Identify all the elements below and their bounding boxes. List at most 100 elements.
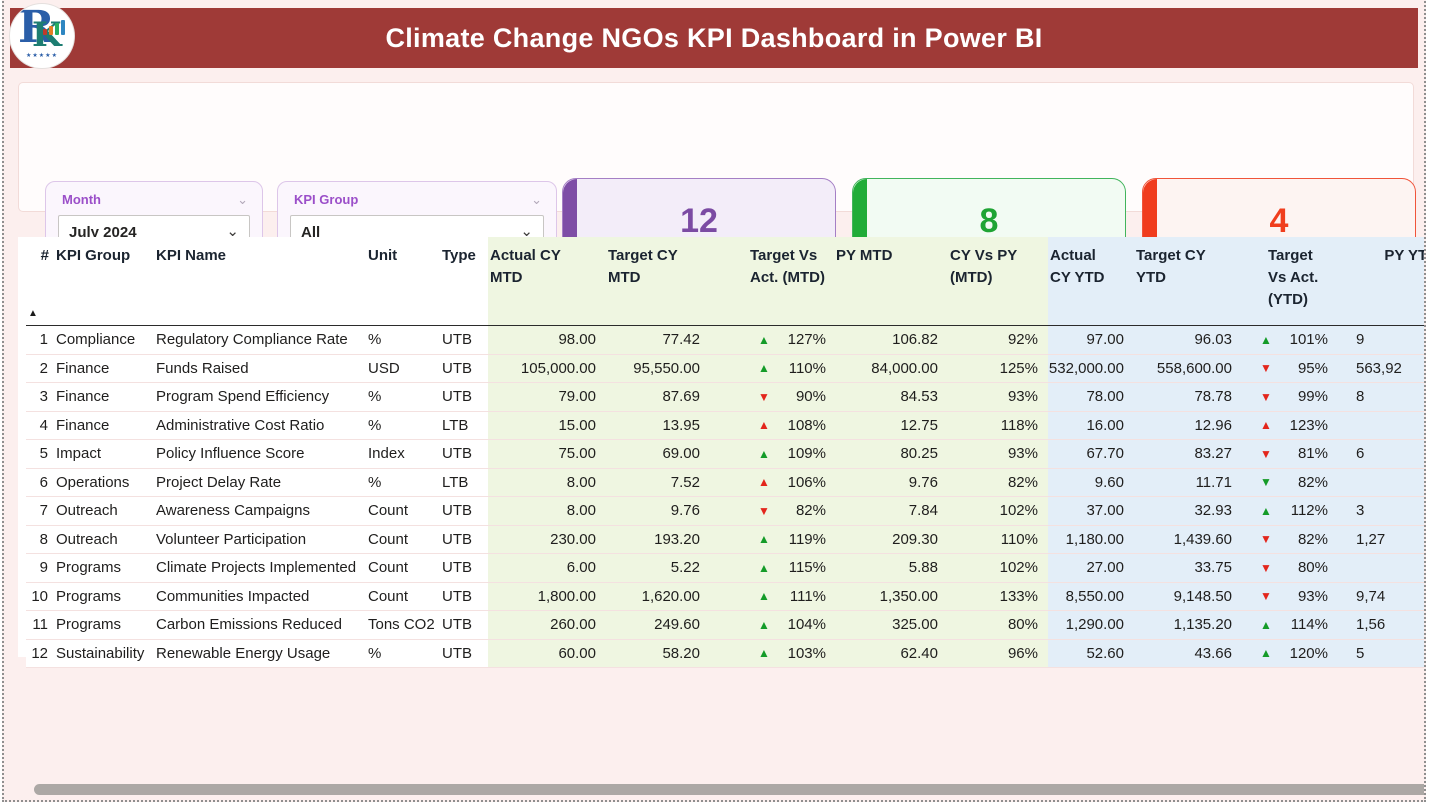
table-row[interactable]: 3FinanceProgram Spend Efficiency%UTB79.0… xyxy=(26,383,1426,412)
triangle-up-icon: ▲ xyxy=(758,361,780,375)
logo-bar-chart-icon xyxy=(43,20,65,35)
cell-tva_ytd: ▼80% xyxy=(1242,554,1336,582)
column-header-num[interactable]: #▲ xyxy=(26,237,54,325)
table-row[interactable]: 6OperationsProject Delay Rate%LTB8.007.5… xyxy=(26,469,1426,498)
cell-tva_ytd: ▲101% xyxy=(1242,326,1336,354)
cell-unit: Count xyxy=(366,497,440,525)
cell-actual_ytd: 532,000.00 xyxy=(1048,355,1134,383)
column-header-name[interactable]: KPI Name xyxy=(154,237,366,325)
table-row[interactable]: 7OutreachAwareness CampaignsCountUTB8.00… xyxy=(26,497,1426,526)
variance-percent: 95% xyxy=(1282,360,1328,377)
column-header-actual_mtd[interactable]: Actual CY MTD xyxy=(488,237,606,325)
cell-group: Programs xyxy=(54,554,154,582)
column-header-group[interactable]: KPI Group xyxy=(54,237,154,325)
chevron-down-icon[interactable]: ⌄ xyxy=(531,195,542,205)
cell-actual_ytd: 27.00 xyxy=(1048,554,1134,582)
column-header-label: PY YTD xyxy=(1384,245,1426,267)
triangle-down-icon: ▼ xyxy=(1260,561,1282,575)
cell-actual_mtd: 230.00 xyxy=(488,526,606,554)
cell-name: Awareness Campaigns xyxy=(154,497,366,525)
table-row[interactable]: 9ProgramsClimate Projects ImplementedCou… xyxy=(26,554,1426,583)
cell-tva_ytd: ▼81% xyxy=(1242,440,1336,468)
cell-target_ytd: 9,148.50 xyxy=(1134,583,1242,611)
column-header-target_mtd[interactable]: Target CY MTD xyxy=(606,237,710,325)
cell-tva_ytd: ▼82% xyxy=(1242,469,1336,497)
cell-target_ytd: 83.27 xyxy=(1134,440,1242,468)
cell-cyvpy_mtd: 102% xyxy=(948,497,1048,525)
column-header-py_ytd[interactable]: PY YTD xyxy=(1336,237,1426,325)
app-header: Climate Change NGOs KPI Dashboard in Pow… xyxy=(10,8,1418,68)
cell-actual_mtd: 260.00 xyxy=(488,611,606,639)
variance-percent: 82% xyxy=(1282,531,1328,548)
cell-type: UTB xyxy=(440,611,488,639)
cell-name: Project Delay Rate xyxy=(154,469,366,497)
cell-type: LTB xyxy=(440,469,488,497)
table-row[interactable]: 10ProgramsCommunities ImpactedCountUTB1,… xyxy=(26,583,1426,612)
cell-py_ytd: 9 xyxy=(1336,326,1426,354)
cell-unit: USD xyxy=(366,355,440,383)
table-row[interactable]: 11ProgramsCarbon Emissions ReducedTons C… xyxy=(26,611,1426,640)
table-row[interactable]: 2FinanceFunds RaisedUSDUTB105,000.0095,5… xyxy=(26,355,1426,384)
variance-percent: 103% xyxy=(780,645,826,662)
column-header-label: Unit xyxy=(368,245,397,267)
cell-num: 9 xyxy=(26,554,54,582)
table-row[interactable]: 4FinanceAdministrative Cost Ratio%LTB15.… xyxy=(26,412,1426,441)
cell-actual_mtd: 75.00 xyxy=(488,440,606,468)
cell-unit: % xyxy=(366,640,440,668)
chevron-down-icon[interactable]: ⌄ xyxy=(237,195,248,205)
cell-py_ytd: 1,56 xyxy=(1336,611,1426,639)
column-header-cyvpy_mtd[interactable]: CY Vs PY (MTD) xyxy=(948,237,1048,325)
table-header-row: #▲KPI GroupKPI NameUnit TypeActual CY MTD… xyxy=(26,237,1426,326)
cell-group: Outreach xyxy=(54,526,154,554)
cell-target_ytd: 43.66 xyxy=(1134,640,1242,668)
cell-name: Policy Influence Score xyxy=(154,440,366,468)
cell-group: Programs xyxy=(54,583,154,611)
cell-type: UTB xyxy=(440,355,488,383)
table-row[interactable]: 12SustainabilityRenewable Energy Usage%U… xyxy=(26,640,1426,669)
cell-num: 4 xyxy=(26,412,54,440)
cell-num: 3 xyxy=(26,383,54,411)
cell-target_mtd: 95,550.00 xyxy=(606,355,710,383)
cell-target_mtd: 249.60 xyxy=(606,611,710,639)
cell-tva_ytd: ▼95% xyxy=(1242,355,1336,383)
triangle-down-icon: ▼ xyxy=(1260,390,1282,404)
month-slicer-label: Month xyxy=(62,192,101,207)
triangle-up-icon: ▲ xyxy=(758,333,780,347)
table-row[interactable]: 8OutreachVolunteer ParticipationCountUTB… xyxy=(26,526,1426,555)
cell-name: Administrative Cost Ratio xyxy=(154,412,366,440)
cell-py_mtd: 84,000.00 xyxy=(834,355,948,383)
column-header-type[interactable]: Type xyxy=(440,237,488,325)
cell-actual_ytd: 37.00 xyxy=(1048,497,1134,525)
column-header-target_ytd[interactable]: Target CY YTD xyxy=(1134,237,1242,325)
triangle-down-icon: ▼ xyxy=(758,390,780,404)
cell-tva_mtd: ▲106% xyxy=(710,469,834,497)
table-body: 1ComplianceRegulatory Compliance Rate%UT… xyxy=(26,326,1426,668)
table-row[interactable]: 1ComplianceRegulatory Compliance Rate%UT… xyxy=(26,326,1426,355)
variance-percent: 101% xyxy=(1282,331,1328,348)
horizontal-scrollbar-thumb[interactable] xyxy=(34,784,1426,795)
column-header-tva_mtd[interactable]: Target Vs Act. (MTD) xyxy=(710,237,834,325)
cell-num: 5 xyxy=(26,440,54,468)
cell-group: Impact xyxy=(54,440,154,468)
total-kpis-value: 12 xyxy=(680,203,718,240)
triangle-down-icon: ▼ xyxy=(1260,447,1282,461)
cell-actual_ytd: 97.00 xyxy=(1048,326,1134,354)
triangle-up-icon: ▲ xyxy=(1260,646,1282,660)
cell-py_mtd: 84.53 xyxy=(834,383,948,411)
cell-cyvpy_mtd: 133% xyxy=(948,583,1048,611)
column-header-py_mtd[interactable]: PY MTD xyxy=(834,237,948,325)
table-row[interactable]: 5ImpactPolicy Influence ScoreIndexUTB75.… xyxy=(26,440,1426,469)
column-header-tva_ytd[interactable]: Target Vs Act. (YTD) xyxy=(1242,237,1336,325)
cell-py_mtd: 9.76 xyxy=(834,469,948,497)
triangle-up-icon: ▲ xyxy=(758,561,780,575)
column-header-label: Target CY YTD xyxy=(1136,245,1216,289)
cell-type: UTB xyxy=(440,497,488,525)
cell-type: UTB xyxy=(440,440,488,468)
cell-tva_mtd: ▲110% xyxy=(710,355,834,383)
power-bi-canvas: Climate Change NGOs KPI Dashboard in Pow… xyxy=(0,0,1430,806)
cell-target_ytd: 1,439.60 xyxy=(1134,526,1242,554)
column-header-actual_ytd[interactable]: Actual CY YTD xyxy=(1048,237,1134,325)
cell-tva_mtd: ▲108% xyxy=(710,412,834,440)
column-header-unit[interactable]: Unit xyxy=(366,237,440,325)
variance-percent: 123% xyxy=(1282,417,1328,434)
